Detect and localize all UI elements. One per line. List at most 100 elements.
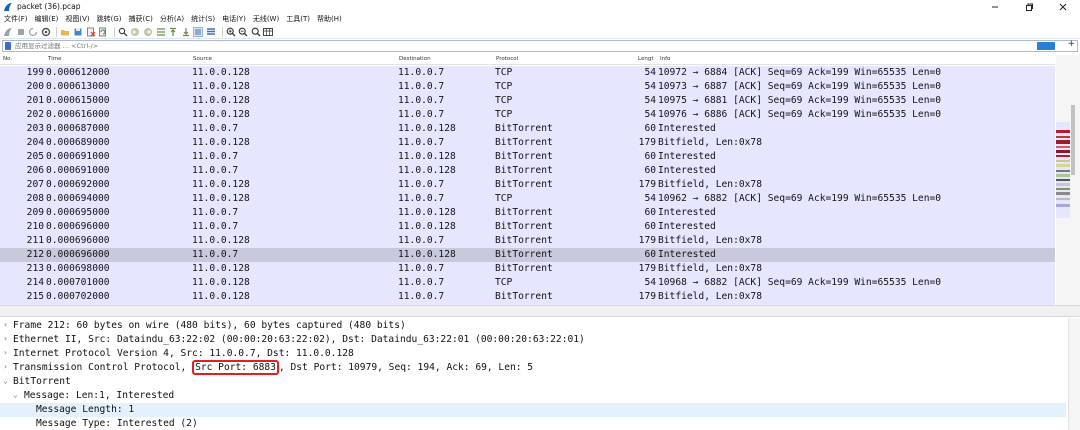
- collapse-arrow-icon[interactable]: ⌄: [13, 390, 18, 399]
- packet-row[interactable]: 202 0.000616000 11.0.0.128 11.0.0.7 TCP 54 109…: [0, 108, 1055, 122]
- packet-destination: 11.0.0.128: [398, 221, 456, 232]
- menu-help[interactable]: 帮助(H): [317, 14, 342, 24]
- packet-row[interactable]: 206 0.000691000 11.0.0.7 11.0.0.128 BitTorre…: [0, 164, 1055, 178]
- last-packet-icon[interactable]: [181, 27, 191, 37]
- packet-row[interactable]: 208 0.000694000 11.0.0.128 11.0.0.7 TCP 54 109…: [0, 192, 1055, 206]
- menu-analyze[interactable]: 分析(A): [160, 14, 184, 24]
- column-header-no[interactable]: No.: [3, 56, 12, 62]
- close-button[interactable]: [1046, 0, 1080, 13]
- packet-row[interactable]: 213 0.000698000 11.0.0.128 11.0.0.7 BitTorre…: [0, 262, 1055, 276]
- packet-source: 11.0.0.128: [192, 179, 250, 190]
- packet-row[interactable]: 211 0.000696000 11.0.0.128 11.0.0.7 BitTorre…: [0, 234, 1055, 248]
- packet-length: 179: [638, 179, 656, 190]
- maximize-button[interactable]: [1012, 0, 1046, 13]
- resize-columns-icon[interactable]: [263, 27, 274, 37]
- menu-capture[interactable]: 捕获(C): [129, 14, 153, 24]
- capture-options-icon[interactable]: [41, 27, 51, 37]
- menu-go[interactable]: 跳转(G): [97, 14, 122, 24]
- column-header-protocol[interactable]: Protocol: [496, 56, 518, 62]
- expand-arrow-icon[interactable]: ›: [3, 362, 8, 371]
- packet-destination: 11.0.0.7: [398, 81, 445, 92]
- first-packet-icon[interactable]: [168, 27, 178, 37]
- packet-row[interactable]: 210 0.000696000 11.0.0.7 11.0.0.128 BitTorre…: [0, 220, 1055, 234]
- src-port-highlight: Src Port: 6883: [192, 360, 279, 375]
- detail-message-length[interactable]: Message Length: 1: [0, 403, 1066, 417]
- zoom-in-icon[interactable]: [226, 27, 236, 37]
- packet-source: 11.0.0.7: [192, 221, 239, 232]
- packet-row[interactable]: 199 0.000612000 11.0.0.128 11.0.0.7 TCP 54 109…: [0, 66, 1055, 80]
- go-to-packet-icon[interactable]: [156, 27, 166, 37]
- detail-ethernet[interactable]: › Ethernet II, Src: Dataindu_63:22:02 (0…: [0, 333, 1066, 347]
- packet-length: 179: [638, 137, 656, 148]
- packet-minimap[interactable]: [1056, 122, 1070, 218]
- detail-bittorrent[interactable]: ⌄ BitTorrent: [0, 375, 1066, 389]
- detail-bittorrent-text: BitTorrent: [13, 376, 71, 387]
- detail-message-type[interactable]: Message Type: Interested (2): [0, 417, 1066, 430]
- colorize-icon[interactable]: [206, 27, 216, 37]
- expand-arrow-icon[interactable]: ›: [3, 320, 8, 329]
- packet-protocol: TCP: [495, 109, 513, 120]
- packet-row[interactable]: 214 0.000701000 11.0.0.128 11.0.0.7 TCP 54 109…: [0, 276, 1055, 290]
- menu-bar: 文件(F) 编辑(E) 视图(V) 跳转(G) 捕获(C) 分析(A) 统计(S…: [0, 13, 1080, 25]
- column-header-destination[interactable]: Destination: [399, 56, 431, 62]
- column-header-source[interactable]: Source: [193, 56, 212, 62]
- menu-edit[interactable]: 编辑(E): [35, 14, 59, 24]
- auto-scroll-icon[interactable]: [193, 26, 204, 37]
- menu-view[interactable]: 视图(V): [65, 14, 89, 24]
- packet-info: Interested: [658, 151, 716, 162]
- column-header-time[interactable]: Time: [48, 56, 61, 62]
- menu-telephony[interactable]: 电话(Y): [222, 14, 246, 24]
- packet-row[interactable]: 207 0.000692000 11.0.0.128 11.0.0.7 BitTorre…: [0, 178, 1055, 192]
- packet-row[interactable]: 203 0.000687000 11.0.0.7 11.0.0.128 BitTorre…: [0, 122, 1055, 136]
- bookmark-icon[interactable]: [5, 42, 11, 50]
- packet-row[interactable]: 215 0.000702000 11.0.0.128 11.0.0.7 BitTorre…: [0, 290, 1055, 304]
- expand-arrow-icon[interactable]: ›: [3, 334, 8, 343]
- expand-arrow-icon[interactable]: ›: [3, 348, 8, 357]
- menu-file[interactable]: 文件(F): [4, 14, 28, 24]
- detail-tcp[interactable]: › Transmission Control Protocol, Src Por…: [0, 360, 1066, 375]
- stop-capture-icon[interactable]: [16, 27, 26, 37]
- add-filter-button-icon[interactable]: +: [1067, 39, 1075, 49]
- menu-tools[interactable]: 工具(T): [286, 14, 310, 24]
- pane-divider[interactable]: [0, 305, 1080, 317]
- packet-destination: 11.0.0.7: [398, 67, 445, 78]
- display-filter-input[interactable]: [15, 42, 915, 50]
- detail-ipv4[interactable]: › Internet Protocol Version 4, Src: 11.0…: [0, 347, 1066, 361]
- menu-statistics[interactable]: 统计(S): [191, 14, 215, 24]
- packet-row-selected[interactable]: 212 0.000696000 11.0.0.7 11.0.0.128 BitTorre…: [0, 248, 1055, 262]
- restart-capture-icon[interactable]: [28, 27, 38, 37]
- column-header-length[interactable]: Lengt: [638, 56, 654, 62]
- packet-no: 201: [26, 95, 44, 106]
- minimize-button[interactable]: [978, 0, 1012, 13]
- detail-message[interactable]: ⌄ Message: Len:1, Interested: [0, 389, 1066, 403]
- column-header-info[interactable]: Info: [660, 56, 670, 62]
- scrollbar-thumb[interactable]: [1071, 105, 1075, 175]
- packet-no: 210: [26, 221, 44, 232]
- packet-row[interactable]: 209 0.000695000 11.0.0.7 11.0.0.128 BitTorre…: [0, 206, 1055, 220]
- collapse-arrow-icon[interactable]: ⌄: [3, 376, 8, 385]
- packet-row[interactable]: 204 0.000689000 11.0.0.128 11.0.0.7 BitTorre…: [0, 136, 1055, 150]
- close-file-icon[interactable]: [86, 27, 96, 37]
- zoom-out-icon[interactable]: [238, 27, 248, 37]
- open-file-icon[interactable]: [60, 27, 70, 37]
- menu-wireless[interactable]: 无线(W): [253, 14, 279, 24]
- detail-frame[interactable]: › Frame 212: 60 bytes on wire (480 bits)…: [0, 319, 1066, 333]
- save-file-icon[interactable]: [73, 27, 83, 37]
- details-scrollbar[interactable]: [1068, 318, 1080, 430]
- packet-row[interactable]: 205 0.000691000 11.0.0.7 11.0.0.128 BitTorre…: [0, 150, 1055, 164]
- packet-info: 10976 → 6886 [ACK] Seq=69 Ack=199 Win=65…: [658, 109, 942, 120]
- packet-source: 11.0.0.128: [192, 291, 250, 302]
- packet-row[interactable]: 200 0.000613000 11.0.0.128 11.0.0.7 TCP 54 109…: [0, 80, 1055, 94]
- packet-info: 10975 → 6881 [ACK] Seq=69 Ack=199 Win=65…: [658, 95, 942, 106]
- packet-time: 0.000691000: [46, 151, 110, 162]
- go-back-icon[interactable]: [130, 27, 140, 37]
- find-packet-icon[interactable]: [118, 27, 128, 37]
- zoom-reset-icon[interactable]: [251, 27, 261, 37]
- reload-file-icon[interactable]: [98, 27, 108, 37]
- packet-info: Bitfield, Len:0x78: [658, 235, 762, 246]
- go-forward-icon[interactable]: [143, 27, 153, 37]
- packet-row[interactable]: 201 0.000615000 11.0.0.128 11.0.0.7 TCP 54 109…: [0, 94, 1055, 108]
- start-capture-icon[interactable]: [3, 27, 13, 37]
- packet-no: 212: [26, 249, 44, 260]
- apply-filter-button[interactable]: [1037, 42, 1055, 50]
